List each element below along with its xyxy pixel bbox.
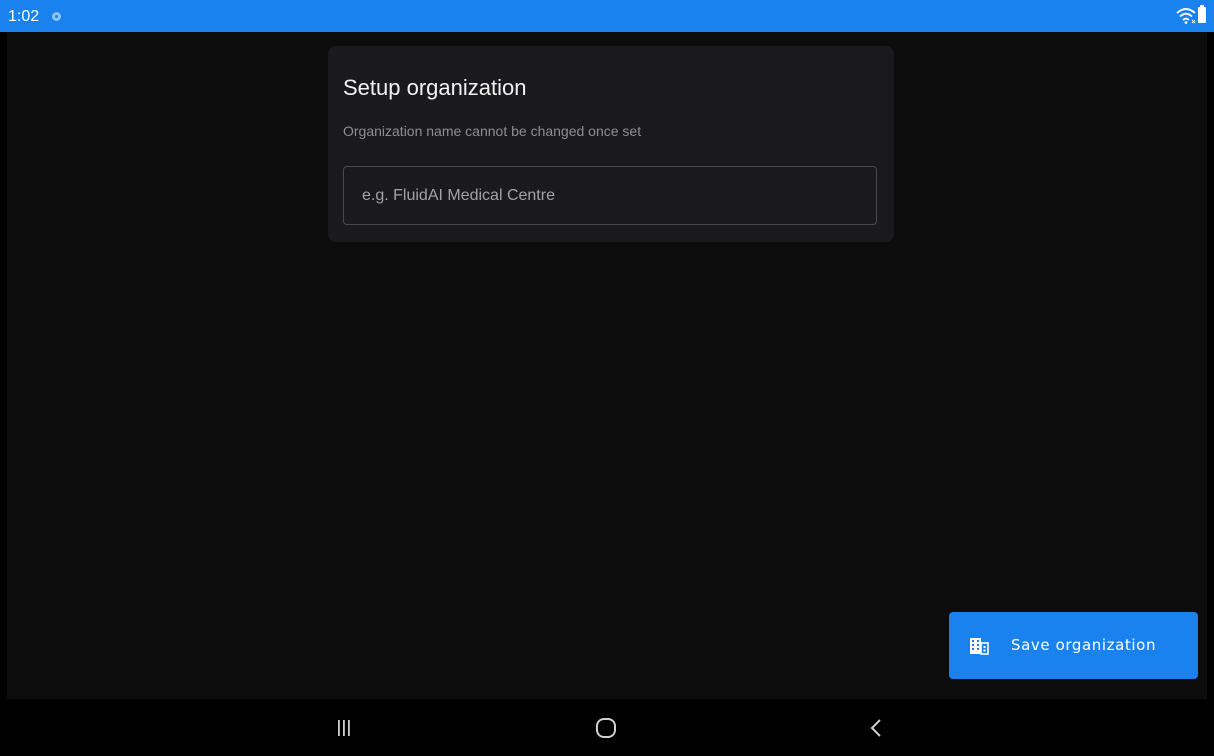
building-icon [970,638,989,655]
home-button[interactable] [576,699,636,756]
status-time: 1:02 [8,8,40,25]
sync-icon [52,12,61,21]
organization-name-input[interactable] [343,166,877,225]
screen: 1:02 Setup organization Organization nam… [0,0,1214,756]
navigation-bar [0,699,1214,756]
battery-icon [1198,5,1206,23]
card-title: Setup organization [343,75,527,100]
wifi-icon [1176,8,1196,24]
recent-apps-icon [338,719,350,736]
save-organization-button[interactable]: Save organization [949,612,1198,679]
status-bar: 1:02 [0,0,1214,32]
card-subtitle: Organization name cannot be changed once… [343,123,642,139]
recent-apps-button[interactable] [314,699,374,756]
save-organization-label: Save organization [1011,636,1157,654]
back-icon [870,718,881,737]
main-content: Setup organization Organization name can… [7,32,1207,699]
home-icon [596,717,616,738]
setup-organization-card: Setup organization Organization name can… [328,46,894,242]
back-button[interactable] [846,699,906,756]
